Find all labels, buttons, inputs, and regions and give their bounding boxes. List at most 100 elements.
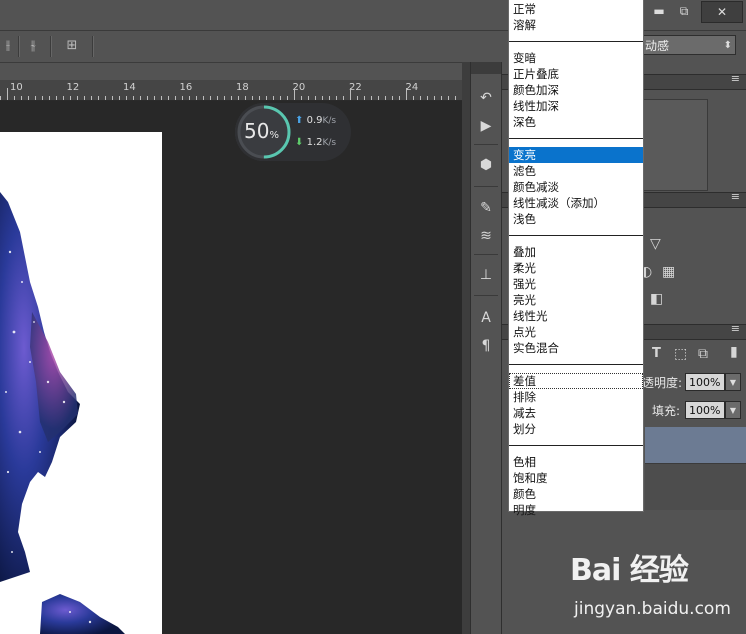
panel-menu-icon[interactable]: ≡: [731, 72, 740, 85]
layer-row-selected[interactable]: [645, 427, 746, 463]
filter-toggle-icon[interactable]: ▮: [730, 344, 738, 360]
network-speed-widget[interactable]: 50% ⬆ 0.9K/s ⬇ 1.2K/s: [235, 103, 351, 161]
menu-item[interactable]: 滤色: [509, 163, 643, 179]
menu-item[interactable]: 颜色: [509, 486, 643, 502]
fill-dropdown-icon[interactable]: ▼: [725, 401, 741, 419]
dock-divider[interactable]: [462, 62, 470, 634]
menu-item[interactable]: 变暗: [509, 50, 643, 66]
close-button[interactable]: ✕: [701, 1, 743, 23]
download-value: 1.2: [306, 137, 323, 148]
ruler-tick: [315, 96, 316, 100]
ruler-tick: [77, 96, 78, 100]
align-horizontal-icon[interactable]: ⫲: [0, 38, 16, 54]
opacity-input[interactable]: 100%: [685, 373, 725, 391]
ruler-tick: [231, 96, 232, 100]
separator: [50, 36, 52, 57]
menu-item[interactable]: 深色: [509, 114, 643, 130]
download-speed: ⬇ 1.2K/s: [295, 137, 336, 148]
ruler-tick: [448, 96, 449, 100]
menu-item[interactable]: 变亮: [509, 147, 643, 163]
menu-item[interactable]: 正常: [509, 1, 643, 17]
ruler-tick: [196, 96, 197, 100]
ruler-tick: [70, 96, 71, 100]
ruler-tick: [119, 96, 120, 100]
paragraph-icon[interactable]: ¶: [475, 335, 497, 357]
3d-cube-icon[interactable]: ⬢: [475, 154, 497, 176]
layer-row[interactable]: [645, 463, 746, 510]
menu-item[interactable]: 溶解: [509, 17, 643, 33]
menu-item[interactable]: 差值: [509, 373, 643, 389]
ruler-tick: [98, 96, 99, 100]
brushes-icon[interactable]: ✎: [475, 197, 497, 219]
character-icon[interactable]: A: [475, 307, 497, 329]
document-canvas[interactable]: [0, 132, 162, 634]
minimize-button[interactable]: ▬: [645, 1, 673, 21]
ruler-tick: [21, 96, 22, 100]
menu-item[interactable]: 强光: [509, 276, 643, 292]
ruler-tick: [385, 96, 386, 100]
menu-item[interactable]: 叠加: [509, 244, 643, 260]
ruler-tick: [357, 96, 358, 100]
menu-item[interactable]: 线性光: [509, 308, 643, 324]
menu-separator: [509, 445, 643, 446]
menu-item[interactable]: 浅色: [509, 211, 643, 227]
ruler-tick: [0, 96, 1, 100]
menu-item[interactable]: 色相: [509, 454, 643, 470]
ruler-tick: [35, 96, 36, 100]
opacity-label: 透明度:: [642, 376, 683, 390]
menu-item[interactable]: 实色混合: [509, 340, 643, 356]
menu-item[interactable]: 点光: [509, 324, 643, 340]
menu-item[interactable]: 柔光: [509, 260, 643, 276]
menu-item[interactable]: 减去: [509, 405, 643, 421]
ruler-tick: [147, 96, 148, 100]
clone-source-icon[interactable]: ⊥: [475, 264, 497, 286]
ruler-tick: [364, 96, 365, 100]
align-right-icon[interactable]: ⫳: [25, 38, 41, 54]
ruler-label: 16: [179, 82, 193, 93]
ruler-tick: [308, 96, 309, 100]
menu-item[interactable]: 亮光: [509, 292, 643, 308]
triangle-gradient-icon[interactable]: ▽: [650, 236, 661, 252]
ruler-tick: [189, 96, 190, 100]
menu-item[interactable]: 正片叠底: [509, 66, 643, 82]
history-icon[interactable]: ↶: [475, 87, 497, 109]
ruler-tick: [238, 96, 239, 100]
grid-icon[interactable]: ▦: [662, 264, 675, 280]
ruler-tick: [168, 96, 169, 100]
smart-object-filter-icon[interactable]: ⧉: [698, 346, 708, 362]
restore-button[interactable]: ⧉: [670, 1, 698, 21]
panel-menu-icon[interactable]: ≡: [731, 190, 740, 203]
ruler-tick: [91, 96, 92, 100]
watermark-site: jingyan.baidu.com: [574, 599, 731, 619]
blend-mode-menu: 正常 溶解变暗 正片叠底 颜色加深 线性加深 深色变亮 滤色 颜色减淡 线性减淡（添加） 浅色叠加…: [508, 0, 644, 517]
opacity-dropdown-icon[interactable]: ▼: [725, 373, 741, 391]
menu-item[interactable]: 排除: [509, 389, 643, 405]
ruler-tick: [280, 96, 281, 100]
panel-menu-icon[interactable]: ≡: [731, 322, 740, 335]
menu-item[interactable]: 线性减淡（添加）: [509, 195, 643, 211]
ruler-tick: [42, 96, 43, 100]
shape-filter-icon[interactable]: ⬚: [674, 346, 687, 362]
menu-item[interactable]: 颜色减淡: [509, 179, 643, 195]
ruler-tick: [210, 96, 211, 100]
type-filter-icon[interactable]: T: [652, 346, 661, 361]
menu-separator: [509, 41, 643, 42]
menu-item[interactable]: 线性加深: [509, 98, 643, 114]
strip-collapse-bar[interactable]: [471, 62, 501, 74]
mode-select[interactable]: 动感 ⬍: [640, 35, 736, 55]
mode-select-value: 动感: [645, 39, 670, 53]
menu-item[interactable]: 饱和度: [509, 470, 643, 486]
ruler-tick: [455, 96, 456, 100]
menu-item[interactable]: 颜色加深: [509, 82, 643, 98]
restore-icon: ⧉: [679, 4, 689, 18]
menu-item[interactable]: 明度: [509, 502, 643, 518]
actions-play-icon[interactable]: ▶: [475, 115, 497, 137]
fill-input[interactable]: 100%: [685, 401, 725, 419]
gradient-map-icon[interactable]: ◧: [650, 291, 663, 307]
ruler-tick: [434, 96, 435, 100]
menu-item[interactable]: 划分: [509, 421, 643, 437]
ruler-tick: [371, 96, 372, 100]
brush-presets-icon[interactable]: ≋: [475, 225, 497, 247]
ruler-tick: [112, 96, 113, 100]
distribute-icon[interactable]: ⊞: [64, 38, 80, 54]
